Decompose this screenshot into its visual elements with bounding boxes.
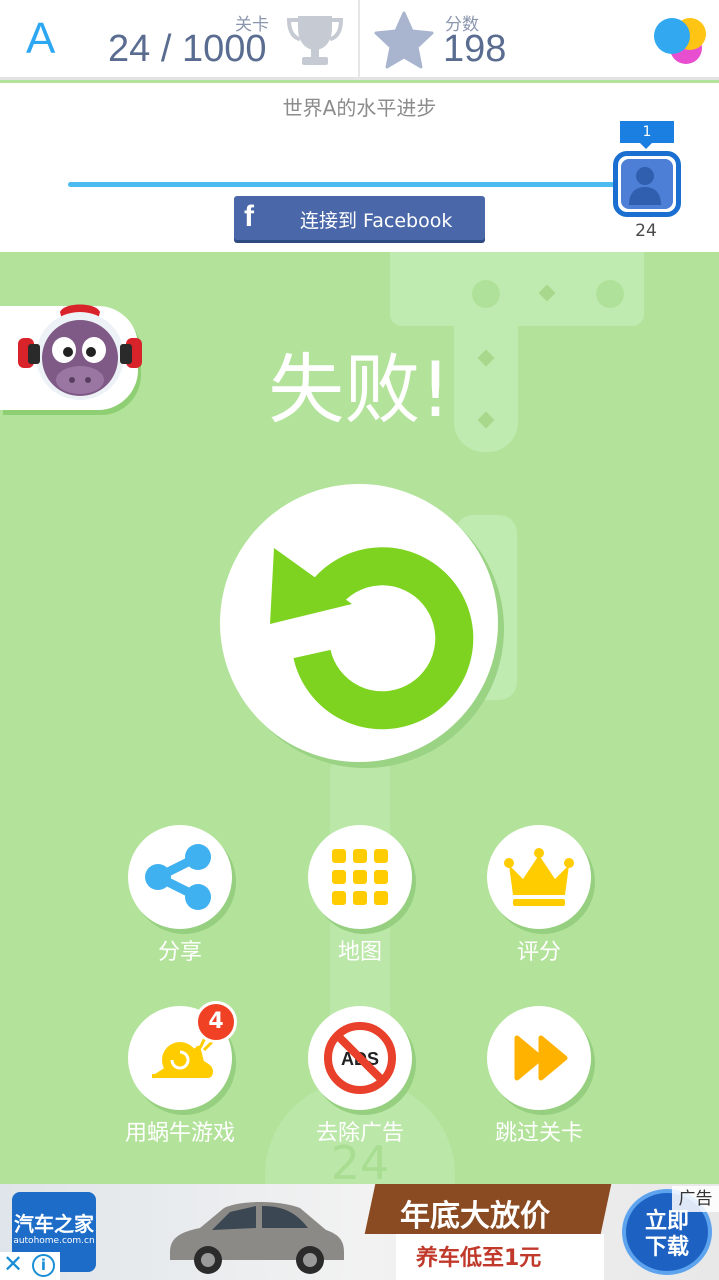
remove-ads-button[interactable]: ADS [308, 1006, 412, 1110]
header-divider [358, 0, 360, 80]
ad-download-line1: 立即 [644, 1209, 689, 1234]
skip-level-label: 跳过关卡 [494, 1121, 583, 1146]
level-counter: 24 / 1000 [108, 28, 267, 70]
rate-label: 评分 [516, 940, 561, 965]
grid-icon [332, 849, 388, 905]
skip-level-button[interactable] [487, 1006, 591, 1110]
crown-icon [504, 848, 574, 906]
top-bar: A 关卡 24 / 1000 分数 198 [0, 0, 719, 80]
ad-download-label: 立即 下载 [626, 1209, 708, 1261]
player-avatar[interactable] [613, 151, 681, 217]
map-label: 地图 [337, 940, 382, 965]
ad-logo-sub: autohome.com.cn [13, 1236, 95, 1246]
star-icon [374, 11, 434, 69]
no-ads-icon: ADS [324, 1022, 396, 1094]
level-progress-panel: 世界A的水平进步 1 24 f 连接到 Facebook [0, 83, 719, 252]
remove-ads-label: 去除广告 [315, 1121, 404, 1146]
share-icon [145, 844, 211, 910]
rank-flag: 1 [620, 121, 674, 149]
ad-logo-title: 汽车之家 [14, 1212, 94, 1236]
retry-button[interactable] [220, 484, 498, 762]
ad-headline: 年底大放价 [400, 1199, 550, 1234]
result-title: 失败! [268, 345, 451, 434]
car-image [170, 1202, 344, 1274]
trophy-icon [286, 16, 344, 65]
ad-info-icon[interactable]: i [32, 1254, 55, 1277]
rate-button[interactable] [487, 825, 591, 929]
facebook-icon: f [244, 200, 254, 233]
progress-title: 世界A的水平进步 [282, 96, 437, 120]
map-button[interactable] [308, 825, 412, 929]
facebook-connect-label: 连接到 Facebook [300, 210, 453, 232]
share-label: 分享 [157, 940, 202, 965]
ad-close-icon[interactable]: ✕ [3, 1250, 23, 1278]
world-letter[interactable]: A [26, 14, 55, 64]
snail-games-label: 用蜗牛游戏 [124, 1121, 235, 1146]
ad-download-line2: 下载 [644, 1235, 689, 1260]
player-level: 24 [635, 221, 657, 241]
app-logo-icon[interactable] [648, 10, 708, 70]
share-button[interactable] [128, 825, 232, 929]
ad-banner[interactable]: 汽车之家 autohome.com.cn 年底大放价 养车低至1元 立即 下载 [0, 1184, 719, 1280]
facebook-connect-button[interactable]: f 连接到 Facebook [234, 196, 485, 240]
score-value: 198 [443, 28, 507, 70]
retry-icon [270, 547, 474, 730]
notification-badge: 4 [195, 1001, 237, 1043]
fast-forward-icon [514, 1035, 568, 1081]
progress-track [68, 182, 616, 187]
ad-subline: 养车低至1元 [416, 1246, 542, 1271]
ad-controls: ✕ i [0, 1250, 60, 1280]
person-icon [629, 167, 661, 205]
ad-tag: 广告 [672, 1186, 719, 1212]
